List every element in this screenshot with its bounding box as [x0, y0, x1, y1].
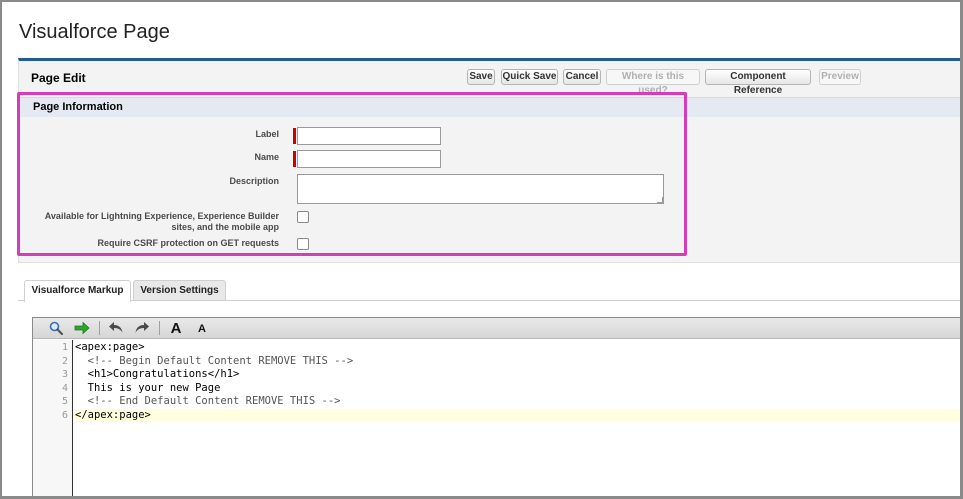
- code-line[interactable]: <apex:page>: [74, 341, 962, 355]
- component-reference-button[interactable]: Component Reference: [705, 69, 811, 96]
- name-input[interactable]: [297, 150, 441, 168]
- description-field-label: Description: [229, 176, 279, 186]
- page-information-section: Page Information: [19, 97, 963, 117]
- editor-toolbar: A A: [33, 318, 962, 339]
- code-line[interactable]: <!-- End Default Content REMOVE THIS -->: [74, 395, 962, 409]
- name-field-label: Name: [254, 152, 279, 162]
- tab-visualforce-markup[interactable]: Visualforce Markup: [24, 280, 131, 302]
- quick-save-button[interactable]: Quick Save: [501, 69, 558, 85]
- code-line-active[interactable]: </apex:page>: [74, 408, 962, 422]
- toolbar-separator: [99, 321, 100, 335]
- search-icon[interactable]: [47, 320, 65, 336]
- line-number: 5: [61, 396, 68, 407]
- page-edit-panel: Page Edit Save Quick Save Cancel Where i…: [18, 58, 963, 263]
- line-number: 6: [61, 409, 68, 421]
- tab-version-settings[interactable]: Version Settings: [133, 280, 226, 301]
- available-lightning-label-line1: Available for Lightning Experience, Expe…: [44, 211, 279, 221]
- code-line[interactable]: <h1>Congratulations</h1>: [74, 368, 962, 382]
- undo-icon[interactable]: [107, 320, 125, 336]
- code-editor: A A 1 2 3 4 5 6 <apex:page> <!-- Begin D…: [32, 317, 963, 499]
- increase-font-icon[interactable]: A: [167, 320, 185, 337]
- toolbar-separator: [159, 321, 160, 335]
- tab-divider: [18, 300, 963, 301]
- cancel-button[interactable]: Cancel: [563, 69, 601, 85]
- page-edit-title: Page Edit: [31, 71, 86, 85]
- redo-icon[interactable]: [133, 320, 151, 336]
- page-information-title: Page Information: [33, 101, 123, 113]
- csrf-checkbox[interactable]: [297, 238, 309, 250]
- label-field-label: Label: [255, 129, 279, 139]
- line-number: 2: [61, 355, 68, 367]
- available-lightning-label: Available for Lightning Experience, Expe…: [19, 211, 279, 233]
- label-input[interactable]: [297, 127, 441, 145]
- name-required-indicator: [293, 151, 296, 167]
- where-is-this-used-button[interactable]: Where is this used?: [606, 69, 700, 96]
- code-line[interactable]: <!-- Begin Default Content REMOVE THIS -…: [74, 355, 962, 369]
- page-title: Visualforce Page: [19, 21, 170, 43]
- csrf-label: Require CSRF protection on GET requests: [97, 238, 279, 248]
- line-number: 1: [61, 342, 68, 353]
- decrease-font-icon[interactable]: A: [193, 320, 211, 336]
- preview-button[interactable]: Preview: [819, 69, 861, 85]
- available-lightning-checkbox[interactable]: [297, 211, 309, 223]
- line-number: 3: [61, 369, 68, 380]
- available-lightning-label-line2: sites, and the mobile app: [171, 222, 279, 232]
- label-required-indicator: [293, 128, 296, 144]
- line-number-gutter: 1 2 3 4 5 6: [33, 340, 73, 499]
- line-number: 4: [61, 382, 68, 394]
- code-line[interactable]: This is your new Page: [74, 382, 962, 396]
- description-textarea[interactable]: [297, 174, 664, 204]
- go-to-line-arrow-icon[interactable]: [73, 320, 91, 336]
- save-button[interactable]: Save: [467, 69, 495, 85]
